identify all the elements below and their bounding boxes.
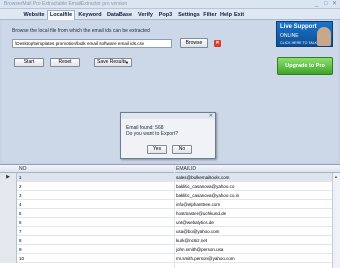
cell-email: baklitic_casanova@yahoo.co.in xyxy=(176,193,240,198)
cell-no: 2 xyxy=(19,184,22,189)
menu-website[interactable]: Website xyxy=(22,11,46,19)
row-header xyxy=(0,245,17,254)
table-row[interactable]: 2 baklitic_casanova@yahoo.co xyxy=(0,182,340,191)
start-button[interactable]: Start xyxy=(14,58,44,67)
cell-no: 1 xyxy=(19,175,22,180)
column-header-no[interactable]: NO xyxy=(19,166,27,172)
export-dialog: ✕ Email found: 568 Do you want to Export… xyxy=(120,112,216,159)
scroll-up-icon[interactable]: ▲ xyxy=(334,174,338,179)
table-row[interactable]: 5 hostmaster@uchkund.de xyxy=(0,209,340,218)
browse-button[interactable]: Browse xyxy=(180,38,208,48)
cell-email: hostmaster@uchkund.de xyxy=(176,211,227,216)
cell-no: 7 xyxy=(19,229,22,234)
clear-path-icon[interactable]: ✕ xyxy=(214,40,221,47)
column-header-emailid[interactable]: EMAILID xyxy=(176,166,196,172)
row-header xyxy=(0,200,17,209)
live-support-status: ONLINE xyxy=(280,33,299,39)
file-path-input[interactable]: \Desktop\templates promotion\bulk email … xyxy=(12,39,172,48)
cell-no: 4 xyxy=(19,202,22,207)
instruction-label: Browse the local file from which the ema… xyxy=(12,28,150,34)
table-row[interactable]: 10 mr.smith.person@yahoo.com xyxy=(0,254,340,263)
live-support-cta: CLICK HERE TO TALK xyxy=(280,41,318,45)
reset-button[interactable]: Reset xyxy=(50,58,80,67)
title-bar: BrowserMail Pro Extractable EmailExtract… xyxy=(0,0,340,9)
maximize-button[interactable]: □ xyxy=(324,1,328,7)
window-title: BrowserMail Pro Extractable EmailExtract… xyxy=(4,1,128,7)
menu-exit[interactable]: Exit xyxy=(233,11,245,19)
grid-header: NO EMAILID xyxy=(0,165,340,173)
cell-email: sales@bulkemailtools.com xyxy=(176,175,230,180)
row-header xyxy=(0,254,17,263)
live-support-title: Live Support xyxy=(280,24,317,30)
cell-no: 9 xyxy=(19,247,22,252)
row-header xyxy=(0,227,17,236)
minimize-button[interactable]: _ xyxy=(315,1,318,7)
row-header xyxy=(0,218,17,227)
cell-no: 3 xyxy=(19,193,22,198)
menu-verify[interactable]: Verify xyxy=(137,11,154,19)
chevron-down-icon: ▼ xyxy=(125,60,129,65)
cell-no: 10 xyxy=(19,256,25,261)
table-row[interactable]: 4 info@elphanttree.com xyxy=(0,200,340,209)
row-header xyxy=(0,191,17,200)
menu-bar: Website Localfile Keyword DataBase Verif… xyxy=(0,9,340,20)
dialog-message-question: Do you want to Export? xyxy=(126,131,178,137)
menu-pop3[interactable]: Pop3 xyxy=(158,11,173,19)
row-header xyxy=(0,182,17,191)
no-button[interactable]: No xyxy=(172,145,192,154)
cell-no: 5 xyxy=(19,211,22,216)
menu-localfile[interactable]: Localfile xyxy=(47,10,75,20)
row-header xyxy=(0,209,17,218)
results-grid: NO EMAILID ▶ 1 sales@bulkemailtools.com … xyxy=(0,164,340,268)
support-agent-icon xyxy=(317,27,331,46)
cell-email: usa@bo@yahoo.com xyxy=(176,229,220,234)
row-pointer-icon: ▶ xyxy=(0,173,17,182)
menu-filter[interactable]: Filter xyxy=(202,11,218,19)
table-row[interactable]: 9 john.smith@person.usa xyxy=(0,245,340,254)
vertical-scrollbar[interactable]: ▲ xyxy=(332,173,340,268)
menu-settings[interactable]: Settings xyxy=(177,11,201,19)
dialog-close-icon[interactable]: ✕ xyxy=(209,113,213,119)
cell-email: info@elphanttree.com xyxy=(176,202,221,207)
dialog-title-bar: ✕ xyxy=(121,113,215,119)
cell-no: 6 xyxy=(19,220,22,225)
table-row[interactable]: 6 unt@webalytics.de xyxy=(0,218,340,227)
live-support-banner[interactable]: Live Support ONLINE CLICK HERE TO TALK xyxy=(276,21,333,47)
table-row[interactable]: 7 usa@bo@yahoo.com xyxy=(0,227,340,236)
menu-database[interactable]: DataBase xyxy=(105,11,134,19)
table-row[interactable]: 3 baklitic_casanova@yahoo.co.in xyxy=(0,191,340,200)
row-header xyxy=(0,236,17,245)
save-results-label: Save Results xyxy=(97,59,127,65)
close-button[interactable]: ✕ xyxy=(332,1,337,7)
table-row[interactable]: ▶ 1 sales@bulkemailtools.com xyxy=(0,173,340,182)
cell-email: unt@webalytics.de xyxy=(176,220,214,225)
save-results-dropdown[interactable]: Save Results ▼ xyxy=(94,58,132,67)
menu-keyword[interactable]: Keyword xyxy=(77,11,103,19)
cell-email: baklitic_casanova@yahoo.co xyxy=(176,184,235,189)
yes-button[interactable]: Yes xyxy=(147,145,167,154)
menu-help[interactable]: Help xyxy=(220,11,232,19)
table-row[interactable]: 8 kurk@nc6iz.net xyxy=(0,236,340,245)
cell-no: 8 xyxy=(19,238,22,243)
cell-email: mr.smith.person@yahoo.com xyxy=(176,256,235,261)
cell-email: kurk@nc6iz.net xyxy=(176,238,208,243)
upgrade-button[interactable]: Upgrade to Pro xyxy=(277,57,333,75)
cell-email: john.smith@person.usa xyxy=(176,247,224,252)
